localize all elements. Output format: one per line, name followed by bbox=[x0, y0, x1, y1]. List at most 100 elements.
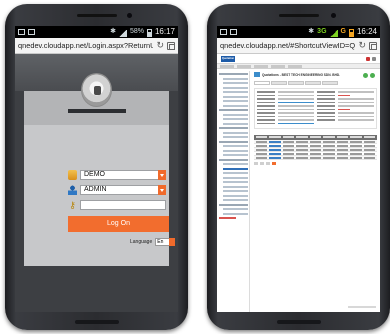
database-select[interactable]: DEMO bbox=[80, 169, 166, 180]
network-type: 3G bbox=[317, 28, 327, 35]
log-on-button[interactable]: Log On bbox=[68, 216, 169, 232]
status-bar: ✱ 58% 16:17 bbox=[15, 26, 178, 38]
grid-pager bbox=[254, 162, 377, 165]
tab[interactable] bbox=[305, 81, 321, 85]
sidebar-item[interactable] bbox=[219, 127, 248, 129]
sidebar-item[interactable] bbox=[223, 149, 248, 152]
sidebar-item[interactable] bbox=[223, 190, 248, 192]
sidebar-item[interactable] bbox=[223, 91, 248, 93]
sidebar-item[interactable] bbox=[219, 109, 248, 111]
tab[interactable] bbox=[322, 81, 338, 85]
dashboard-page: Quotation Quotations - BEST TECH ENGINEE… bbox=[217, 54, 380, 312]
pager-button-active[interactable] bbox=[272, 162, 276, 165]
browser-url-bar[interactable]: qnedev.cloudapp.net/#ShortcutViewID=Quo … bbox=[217, 38, 380, 54]
browser-url-bar[interactable]: qnedev.cloudapp.net/Login.aspx?ReturnU ↻ bbox=[15, 38, 178, 54]
user-dropdown-arrow-icon[interactable] bbox=[158, 184, 166, 195]
sidebar-tree bbox=[217, 71, 250, 312]
sidebar-item[interactable] bbox=[223, 77, 248, 80]
language-dropdown-arrow-icon[interactable] bbox=[169, 238, 176, 246]
sidebar-item[interactable] bbox=[223, 82, 248, 84]
toolbar-button[interactable] bbox=[237, 65, 251, 68]
pager-button[interactable] bbox=[254, 162, 258, 165]
record-icon bbox=[254, 72, 260, 77]
toolbar-button[interactable] bbox=[271, 65, 285, 68]
sidebar-item[interactable] bbox=[223, 212, 248, 215]
home-button[interactable] bbox=[277, 320, 321, 324]
sidebar-item[interactable] bbox=[219, 158, 248, 161]
language-select[interactable]: En bbox=[155, 238, 176, 246]
settings-icon[interactable] bbox=[372, 57, 376, 61]
sidebar-item[interactable] bbox=[223, 176, 248, 179]
sidebar-item[interactable] bbox=[223, 172, 248, 174]
table-row[interactable] bbox=[254, 156, 377, 160]
user-select[interactable]: ADMIN bbox=[80, 184, 166, 195]
record-title-text: Quotations - BEST TECH ENGINEERING SDN. … bbox=[262, 73, 341, 77]
sidebar-item[interactable] bbox=[223, 185, 248, 188]
reload-icon[interactable]: ↻ bbox=[156, 40, 164, 51]
sidebar-item[interactable] bbox=[223, 199, 248, 201]
reload-icon[interactable]: ↻ bbox=[358, 40, 366, 51]
home-button[interactable] bbox=[75, 320, 119, 324]
sidebar-item[interactable] bbox=[219, 217, 237, 219]
logout-icon[interactable] bbox=[366, 57, 370, 61]
login-page-body: DEMO ADMIN ⚷ Log On Language En bbox=[15, 73, 178, 312]
sidebar-item[interactable] bbox=[223, 118, 248, 120]
sidebar-item[interactable] bbox=[223, 208, 248, 210]
sidebar-item[interactable] bbox=[219, 73, 248, 75]
front-camera bbox=[127, 13, 132, 18]
network-letter: G bbox=[340, 28, 346, 35]
sidebar-item[interactable] bbox=[223, 136, 248, 138]
lock-divider bbox=[68, 109, 126, 113]
earpiece bbox=[77, 14, 117, 17]
password-field[interactable] bbox=[80, 199, 166, 210]
earpiece bbox=[279, 14, 319, 17]
tabs-icon[interactable] bbox=[369, 41, 377, 50]
toolbar-button[interactable] bbox=[288, 65, 302, 68]
two-phones-scene: ✱ 58% 16:17 qnedev.cloudapp.net/Login.as… bbox=[0, 0, 390, 334]
sidebar-item[interactable] bbox=[223, 86, 248, 89]
pager-button[interactable] bbox=[266, 162, 270, 165]
sidebar-item[interactable] bbox=[223, 194, 248, 197]
pager-button[interactable] bbox=[260, 162, 264, 165]
dashboard-header: Quotation bbox=[217, 54, 380, 64]
url-text[interactable]: qnedev.cloudapp.net/Login.aspx?ReturnU bbox=[18, 41, 153, 50]
toolbar-button[interactable] bbox=[254, 65, 268, 68]
toolbar-button[interactable] bbox=[220, 65, 234, 68]
password-row: ⚷ bbox=[68, 199, 166, 210]
sidebar-item[interactable] bbox=[223, 95, 248, 98]
tab[interactable] bbox=[254, 81, 270, 85]
key-icon: ⚷ bbox=[69, 199, 76, 210]
sidebar-item[interactable] bbox=[219, 140, 248, 143]
sidebar-item[interactable] bbox=[223, 145, 248, 147]
sidebar-item[interactable] bbox=[223, 100, 248, 102]
notification-icon-2 bbox=[28, 29, 35, 35]
user-value: ADMIN bbox=[84, 185, 107, 193]
database-row: DEMO bbox=[68, 169, 166, 180]
sidebar-item[interactable] bbox=[223, 154, 248, 156]
url-text[interactable]: qnedev.cloudapp.net/#ShortcutViewID=Quo bbox=[220, 41, 355, 50]
sidebar-item-selected[interactable] bbox=[223, 167, 248, 170]
bluetooth-icon: ✱ bbox=[110, 28, 116, 35]
tabs-icon[interactable] bbox=[167, 41, 175, 50]
tab[interactable] bbox=[271, 81, 287, 85]
sidebar-item[interactable] bbox=[223, 181, 248, 183]
sidebar-item[interactable] bbox=[219, 203, 248, 206]
database-dropdown-arrow-icon[interactable] bbox=[158, 169, 166, 180]
record-form bbox=[254, 88, 377, 129]
app-logo[interactable]: Quotation bbox=[221, 56, 235, 62]
bluetooth-icon: ✱ bbox=[308, 28, 315, 35]
language-row: Language En bbox=[130, 238, 176, 246]
sidebar-item[interactable] bbox=[223, 131, 248, 134]
save-icon[interactable] bbox=[363, 73, 368, 78]
tab[interactable] bbox=[288, 81, 304, 85]
clock: 16:17 bbox=[154, 27, 175, 36]
record-title: Quotations - BEST TECH ENGINEERING SDN. … bbox=[254, 72, 377, 77]
sidebar-item[interactable] bbox=[223, 113, 248, 116]
notification-icon bbox=[220, 29, 227, 35]
sidebar-item[interactable] bbox=[223, 122, 248, 125]
sidebar-item[interactable] bbox=[223, 104, 248, 107]
sidebar-item[interactable] bbox=[223, 163, 248, 165]
dashboard-toolbar bbox=[217, 64, 380, 69]
confirm-icon[interactable] bbox=[370, 73, 375, 78]
notification-icon-2 bbox=[230, 29, 237, 35]
